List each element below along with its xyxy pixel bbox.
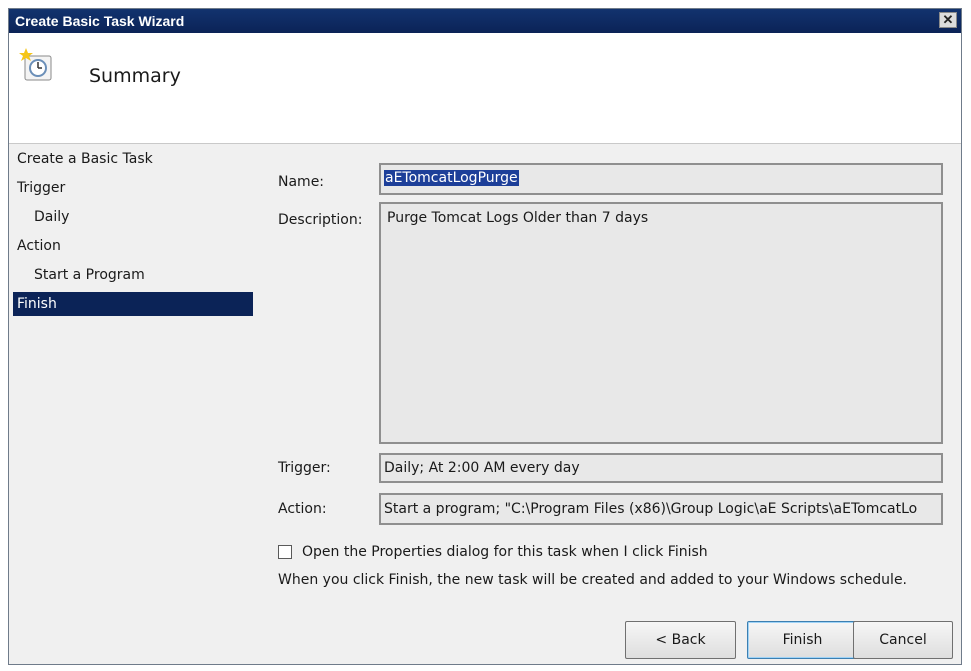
description-label: Description:: [278, 212, 363, 228]
trigger-field[interactable]: Daily; At 2:00 AM every day: [379, 453, 943, 483]
step-daily: Daily: [34, 209, 70, 225]
step-start-a-program: Start a Program: [34, 267, 145, 283]
name-field[interactable]: aETomcatLogPurge: [379, 163, 943, 195]
cancel-button[interactable]: Cancel: [853, 621, 953, 659]
description-field[interactable]: Purge Tomcat Logs Older than 7 days: [379, 202, 943, 444]
open-properties-label[interactable]: Open the Properties dialog for this task…: [302, 544, 708, 560]
trigger-value: Daily; At 2:00 AM every day: [384, 460, 580, 476]
action-value: Start a program; "C:\Program Files (x86)…: [384, 501, 918, 517]
trigger-label: Trigger:: [278, 460, 331, 476]
finish-button[interactable]: Finish: [747, 621, 858, 659]
wizard-header: Summary: [9, 33, 961, 144]
close-button[interactable]: ✕: [939, 12, 957, 28]
step-create-basic-task: Create a Basic Task: [17, 151, 153, 167]
open-properties-checkbox[interactable]: [278, 545, 292, 559]
window-title: Create Basic Task Wizard: [15, 13, 185, 29]
wizard-steps: Create a Basic Task Trigger Daily Action…: [13, 145, 253, 316]
action-field[interactable]: Start a program; "C:\Program Files (x86)…: [379, 493, 943, 525]
wizard-window: Create Basic Task Wizard ✕ Summary Creat…: [8, 8, 962, 665]
info-text: When you click Finish, the new task will…: [278, 572, 908, 588]
step-action: Action: [17, 238, 61, 254]
task-clock-icon: [19, 48, 52, 81]
description-value: Purge Tomcat Logs Older than 7 days: [387, 210, 649, 226]
action-label: Action:: [278, 501, 327, 517]
title-bar: Create Basic Task Wizard ✕: [9, 9, 961, 33]
name-label: Name:: [278, 174, 325, 190]
back-button[interactable]: < Back: [625, 621, 736, 659]
name-value: aETomcatLogPurge: [384, 170, 519, 186]
page-title: Summary: [89, 65, 181, 87]
step-finish: Finish: [13, 292, 253, 316]
step-trigger: Trigger: [17, 180, 66, 196]
